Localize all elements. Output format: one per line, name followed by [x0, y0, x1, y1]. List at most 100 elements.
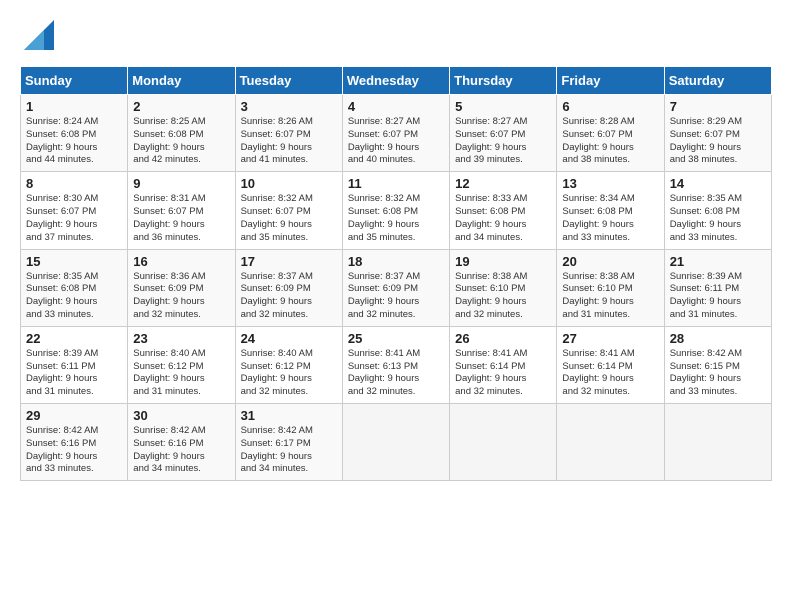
logo-icon — [24, 20, 54, 50]
day-number: 9 — [133, 176, 229, 191]
calendar-cell — [557, 404, 664, 481]
calendar-cell: 9 Sunrise: 8:31 AMSunset: 6:07 PMDaylight… — [128, 172, 235, 249]
weekday-header: Saturday — [664, 67, 771, 95]
cell-info: Sunrise: 8:39 AMSunset: 6:11 PMDaylight:… — [26, 348, 122, 399]
cell-info: Sunrise: 8:24 AMSunset: 6:08 PMDaylight:… — [26, 116, 122, 167]
day-number: 7 — [670, 99, 766, 114]
calendar-cell: 3 Sunrise: 8:26 AMSunset: 6:07 PMDaylight… — [235, 95, 342, 172]
cell-info: Sunrise: 8:26 AMSunset: 6:07 PMDaylight:… — [241, 116, 337, 167]
weekday-header: Wednesday — [342, 67, 449, 95]
page-header — [20, 20, 772, 50]
cell-info: Sunrise: 8:32 AMSunset: 6:07 PMDaylight:… — [241, 193, 337, 244]
calendar-cell: 28Sunrise: 8:42 AMSunset: 6:15 PMDayligh… — [664, 326, 771, 403]
cell-info: Sunrise: 8:36 AMSunset: 6:09 PMDaylight:… — [133, 271, 229, 322]
cell-info: Sunrise: 8:28 AMSunset: 6:07 PMDaylight:… — [562, 116, 658, 167]
cell-info: Sunrise: 8:39 AMSunset: 6:11 PMDaylight:… — [670, 271, 766, 322]
day-number: 30 — [133, 408, 229, 423]
day-number: 1 — [26, 99, 122, 114]
calendar-cell: 23Sunrise: 8:40 AMSunset: 6:12 PMDayligh… — [128, 326, 235, 403]
cell-info: Sunrise: 8:37 AMSunset: 6:09 PMDaylight:… — [348, 271, 444, 322]
cell-info: Sunrise: 8:37 AMSunset: 6:09 PMDaylight:… — [241, 271, 337, 322]
calendar-week-row: 8Sunrise: 8:30 AMSunset: 6:07 PMDaylight… — [21, 172, 772, 249]
cell-info: Sunrise: 8:32 AMSunset: 6:08 PMDaylight:… — [348, 193, 444, 244]
day-number: 31 — [241, 408, 337, 423]
calendar-cell: 7 Sunrise: 8:29 AMSunset: 6:07 PMDaylight… — [664, 95, 771, 172]
cell-info: Sunrise: 8:25 AMSunset: 6:08 PMDaylight:… — [133, 116, 229, 167]
day-number: 6 — [562, 99, 658, 114]
day-number: 21 — [670, 254, 766, 269]
day-number: 12 — [455, 176, 551, 191]
calendar-cell: 1 Sunrise: 8:24 AMSunset: 6:08 PMDaylight… — [21, 95, 128, 172]
day-number: 19 — [455, 254, 551, 269]
calendar-cell: 5 Sunrise: 8:27 AMSunset: 6:07 PMDaylight… — [450, 95, 557, 172]
weekday-header: Thursday — [450, 67, 557, 95]
weekday-header: Tuesday — [235, 67, 342, 95]
weekday-header: Monday — [128, 67, 235, 95]
cell-info: Sunrise: 8:35 AMSunset: 6:08 PMDaylight:… — [26, 271, 122, 322]
calendar-cell: 25 Sunrise: 8:41 AMSunset: 6:13 PMDayligh… — [342, 326, 449, 403]
cell-info: Sunrise: 8:27 AMSunset: 6:07 PMDaylight:… — [455, 116, 551, 167]
calendar-cell: 22 Sunrise: 8:39 AMSunset: 6:11 PMDayligh… — [21, 326, 128, 403]
cell-info: Sunrise: 8:27 AMSunset: 6:07 PMDaylight:… — [348, 116, 444, 167]
calendar-cell: 13 Sunrise: 8:34 AMSunset: 6:08 PMDayligh… — [557, 172, 664, 249]
day-number: 29 — [26, 408, 122, 423]
day-number: 13 — [562, 176, 658, 191]
cell-info: Sunrise: 8:38 AMSunset: 6:10 PMDaylight:… — [562, 271, 658, 322]
calendar-cell: 10 Sunrise: 8:32 AMSunset: 6:07 PMDayligh… — [235, 172, 342, 249]
cell-info: Sunrise: 8:42 AMSunset: 6:16 PMDaylight:… — [133, 425, 229, 476]
cell-info: Sunrise: 8:31 AMSunset: 6:07 PMDaylight:… — [133, 193, 229, 244]
cell-info: Sunrise: 8:41 AMSunset: 6:13 PMDaylight:… — [348, 348, 444, 399]
calendar-cell: 6 Sunrise: 8:28 AMSunset: 6:07 PMDaylight… — [557, 95, 664, 172]
calendar-cell: 8Sunrise: 8:30 AMSunset: 6:07 PMDaylight… — [21, 172, 128, 249]
day-number: 28 — [670, 331, 766, 346]
cell-info: Sunrise: 8:33 AMSunset: 6:08 PMDaylight:… — [455, 193, 551, 244]
calendar-week-row: 29 Sunrise: 8:42 AMSunset: 6:16 PMDayligh… — [21, 404, 772, 481]
cell-info: Sunrise: 8:35 AMSunset: 6:08 PMDaylight:… — [670, 193, 766, 244]
weekday-header: Friday — [557, 67, 664, 95]
cell-info: Sunrise: 8:29 AMSunset: 6:07 PMDaylight:… — [670, 116, 766, 167]
day-number: 18 — [348, 254, 444, 269]
day-number: 2 — [133, 99, 229, 114]
calendar-week-row: 22 Sunrise: 8:39 AMSunset: 6:11 PMDayligh… — [21, 326, 772, 403]
day-number: 22 — [26, 331, 122, 346]
calendar-cell: 29 Sunrise: 8:42 AMSunset: 6:16 PMDayligh… — [21, 404, 128, 481]
day-number: 17 — [241, 254, 337, 269]
calendar-cell: 18 Sunrise: 8:37 AMSunset: 6:09 PMDayligh… — [342, 249, 449, 326]
calendar-cell: 31 Sunrise: 8:42 AMSunset: 6:17 PMDayligh… — [235, 404, 342, 481]
calendar-cell: 24 Sunrise: 8:40 AMSunset: 6:12 PMDayligh… — [235, 326, 342, 403]
calendar-cell: 20 Sunrise: 8:38 AMSunset: 6:10 PMDayligh… — [557, 249, 664, 326]
calendar-cell: 12 Sunrise: 8:33 AMSunset: 6:08 PMDayligh… — [450, 172, 557, 249]
day-number: 4 — [348, 99, 444, 114]
calendar-cell: 16 Sunrise: 8:36 AMSunset: 6:09 PMDayligh… — [128, 249, 235, 326]
calendar-cell: 26Sunrise: 8:41 AMSunset: 6:14 PMDayligh… — [450, 326, 557, 403]
cell-info: Sunrise: 8:41 AMSunset: 6:14 PMDaylight:… — [562, 348, 658, 399]
day-number: 15 — [26, 254, 122, 269]
calendar-body: 1 Sunrise: 8:24 AMSunset: 6:08 PMDaylight… — [21, 95, 772, 481]
calendar-week-row: 1 Sunrise: 8:24 AMSunset: 6:08 PMDaylight… — [21, 95, 772, 172]
cell-info: Sunrise: 8:30 AMSunset: 6:07 PMDaylight:… — [26, 193, 122, 244]
logo — [20, 20, 54, 50]
calendar-cell — [450, 404, 557, 481]
cell-info: Sunrise: 8:40 AMSunset: 6:12 PMDaylight:… — [241, 348, 337, 399]
cell-info: Sunrise: 8:42 AMSunset: 6:17 PMDaylight:… — [241, 425, 337, 476]
day-number: 24 — [241, 331, 337, 346]
calendar-cell: 19Sunrise: 8:38 AMSunset: 6:10 PMDayligh… — [450, 249, 557, 326]
day-number: 3 — [241, 99, 337, 114]
day-number: 20 — [562, 254, 658, 269]
day-number: 11 — [348, 176, 444, 191]
day-number: 14 — [670, 176, 766, 191]
weekday-header-row: SundayMondayTuesdayWednesdayThursdayFrid… — [21, 67, 772, 95]
calendar-week-row: 15 Sunrise: 8:35 AMSunset: 6:08 PMDayligh… — [21, 249, 772, 326]
calendar-cell: 30 Sunrise: 8:42 AMSunset: 6:16 PMDayligh… — [128, 404, 235, 481]
day-number: 10 — [241, 176, 337, 191]
cell-info: Sunrise: 8:34 AMSunset: 6:08 PMDaylight:… — [562, 193, 658, 244]
day-number: 25 — [348, 331, 444, 346]
calendar-cell: 15 Sunrise: 8:35 AMSunset: 6:08 PMDayligh… — [21, 249, 128, 326]
cell-info: Sunrise: 8:42 AMSunset: 6:16 PMDaylight:… — [26, 425, 122, 476]
day-number: 5 — [455, 99, 551, 114]
calendar-cell: 17 Sunrise: 8:37 AMSunset: 6:09 PMDayligh… — [235, 249, 342, 326]
calendar-cell: 27Sunrise: 8:41 AMSunset: 6:14 PMDayligh… — [557, 326, 664, 403]
calendar-cell: 4 Sunrise: 8:27 AMSunset: 6:07 PMDaylight… — [342, 95, 449, 172]
day-number: 16 — [133, 254, 229, 269]
calendar-cell: 21 Sunrise: 8:39 AMSunset: 6:11 PMDayligh… — [664, 249, 771, 326]
